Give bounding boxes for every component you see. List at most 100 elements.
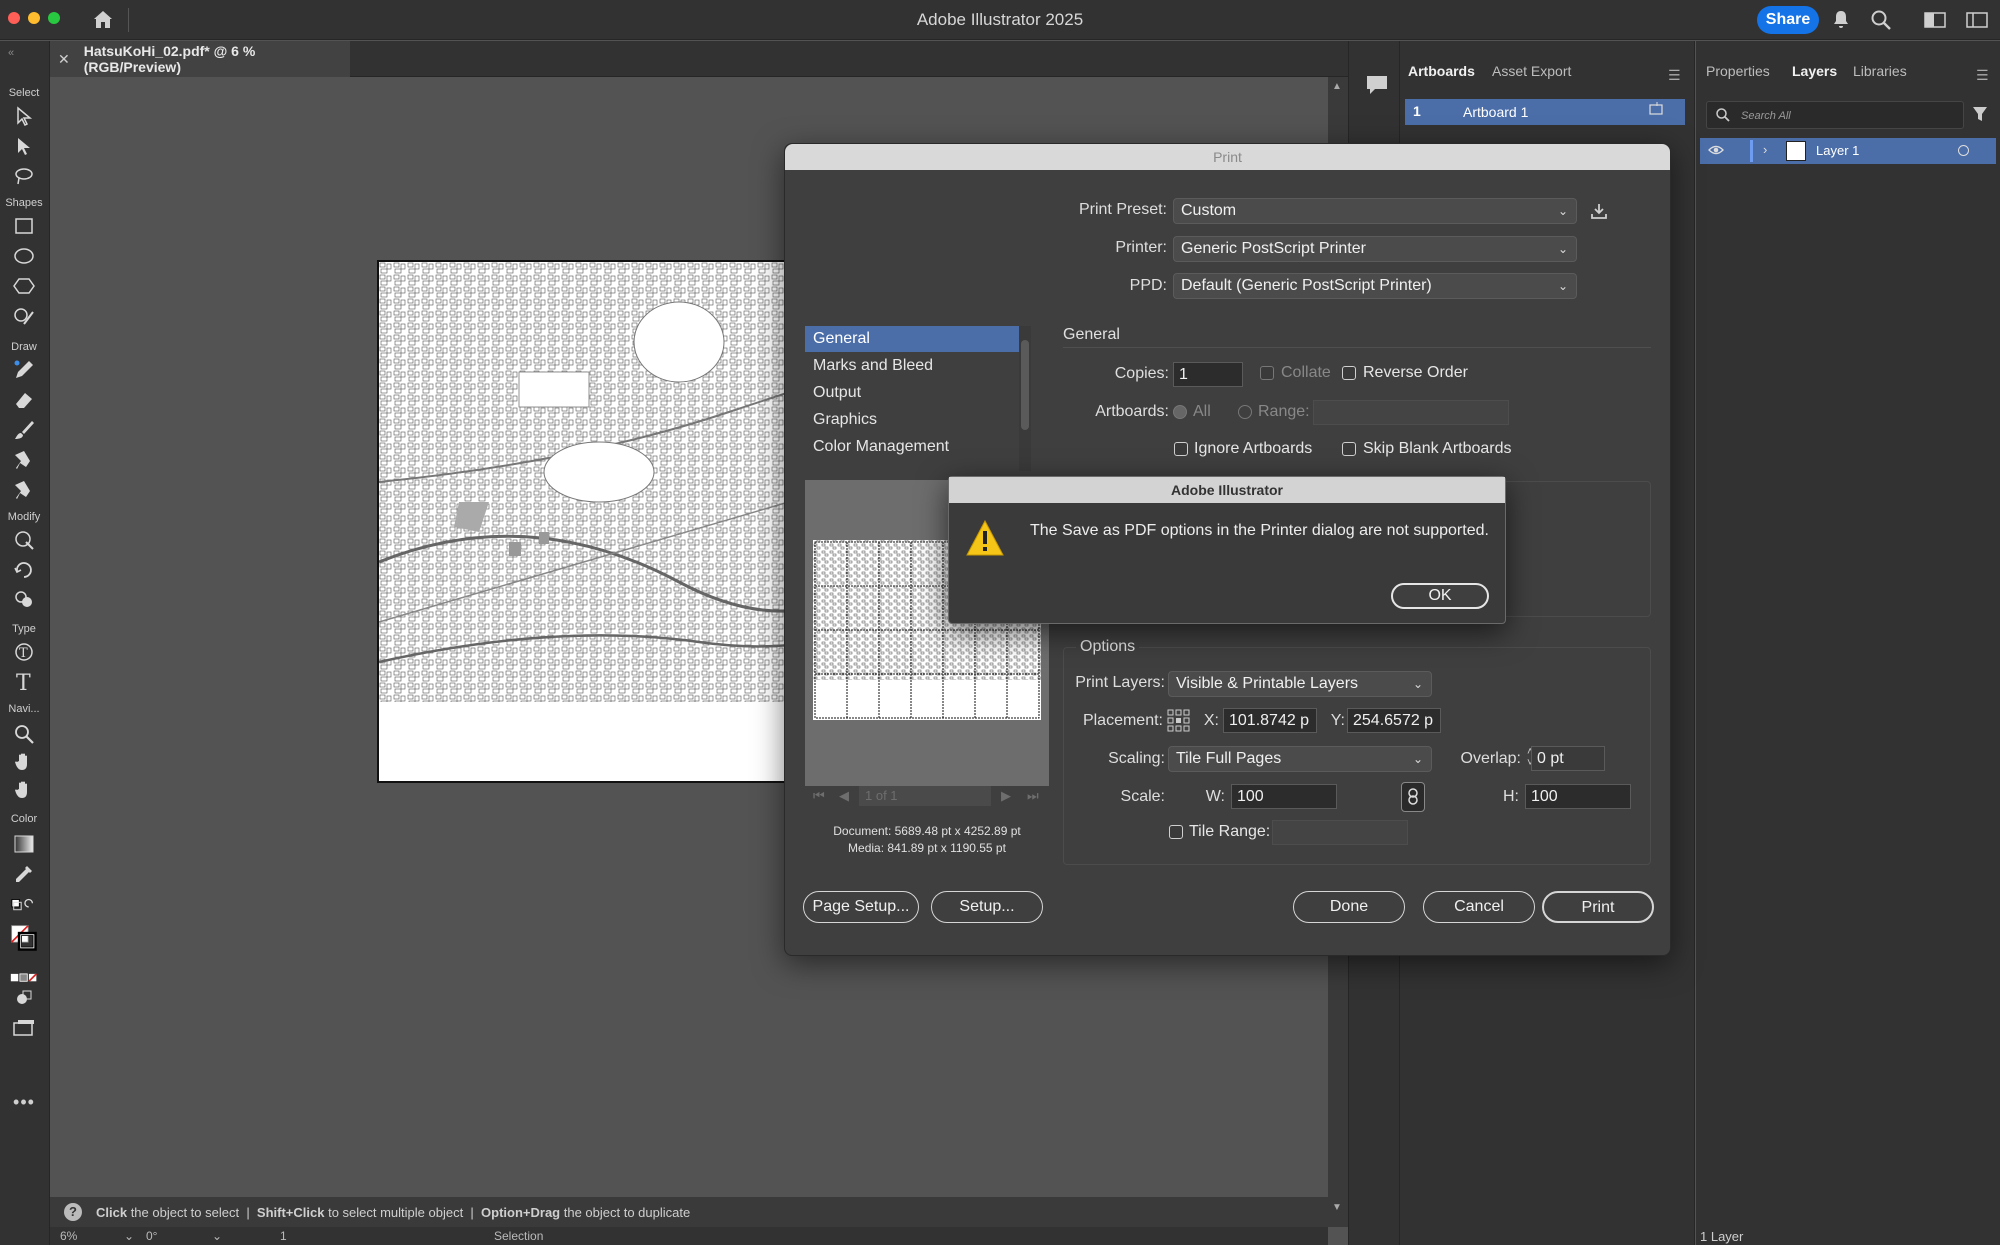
page-number-field[interactable]: 1 of 1 [859, 786, 991, 806]
setup-button[interactable]: Setup... [931, 891, 1043, 923]
ok-button[interactable]: OK [1391, 583, 1489, 609]
skip-blank-checkbox[interactable] [1342, 442, 1356, 456]
page-setup-button[interactable]: Page Setup... [803, 891, 919, 923]
comments-icon[interactable] [1365, 73, 1389, 102]
link-proportions-icon[interactable] [1401, 782, 1425, 812]
panel-menu-icon[interactable]: ☰ [1668, 67, 1681, 84]
panel-menu-icon[interactable]: ☰ [1976, 67, 1989, 84]
type-on-path-tool-icon[interactable]: T [10, 639, 38, 665]
printer-select[interactable]: Generic PostScript Printer ⌄ [1173, 236, 1577, 262]
artboards-range-radio[interactable] [1238, 405, 1252, 419]
ellipse-tool-icon[interactable] [10, 243, 38, 269]
nav-output[interactable]: Output [805, 380, 1031, 406]
scaling-select[interactable]: Tile Full Pages ⌄ [1168, 746, 1432, 772]
rotate-view-tool-icon[interactable] [10, 777, 38, 803]
ppd-select[interactable]: Default (Generic PostScript Printer) ⌄ [1173, 273, 1577, 299]
curvature-tool-icon[interactable] [10, 477, 38, 503]
tab-properties[interactable]: Properties [1706, 63, 1770, 79]
nav-general[interactable]: General [805, 326, 1031, 352]
selection-tool-icon[interactable] [10, 103, 38, 129]
shaper-tool-icon[interactable] [10, 303, 38, 329]
default-colors-icon[interactable] [10, 893, 38, 919]
reflect-tool-icon[interactable] [10, 557, 38, 583]
scaling-label: Scaling: [1108, 750, 1165, 767]
screen-mode-icon[interactable] [10, 1015, 38, 1041]
tab-asset-export[interactable]: Asset Export [1492, 63, 1571, 79]
tile-range-checkbox[interactable] [1169, 825, 1183, 839]
tab-layers[interactable]: Layers [1792, 63, 1837, 79]
fill-stroke-swatch-icon[interactable] [10, 925, 38, 951]
shape-builder-tool-icon[interactable] [10, 587, 38, 613]
tile-range-field[interactable] [1272, 820, 1408, 845]
help-icon[interactable]: ? [64, 1203, 82, 1221]
eye-icon[interactable] [1708, 143, 1724, 162]
first-page-icon[interactable]: ⏮ [813, 788, 825, 804]
range-field[interactable] [1313, 400, 1509, 425]
filter-icon[interactable] [1972, 105, 1988, 128]
tab-libraries[interactable]: Libraries [1853, 63, 1907, 79]
done-button[interactable]: Done [1293, 891, 1405, 923]
y-field[interactable]: 254.6572 p [1347, 708, 1441, 733]
pen-tool-icon[interactable] [10, 447, 38, 473]
overlap-field[interactable]: 0 pt [1531, 746, 1605, 771]
close-document-icon[interactable]: ✕ [58, 51, 70, 68]
more-tools-icon[interactable]: ••• [10, 1089, 38, 1115]
save-preset-icon[interactable] [1589, 202, 1609, 225]
height-field[interactable]: 100 [1525, 784, 1631, 809]
collapse-toolbar-icon[interactable]: « [8, 47, 14, 59]
zoom-tool-icon[interactable] [10, 721, 38, 747]
panel-toggle-icon[interactable] [1966, 12, 1988, 33]
artboard-number[interactable]: 1 [280, 1229, 287, 1243]
print-layers-select[interactable]: Visible & Printable Layers ⌄ [1168, 671, 1432, 697]
x-field[interactable]: 101.8742 p [1223, 708, 1317, 733]
layer-row[interactable]: › Layer 1 [1700, 138, 1996, 164]
lasso-tool-icon[interactable] [10, 163, 38, 189]
document-tab[interactable]: ✕ HatsuKoHi_02.pdf* @ 6 % (RGB/Preview) [50, 41, 350, 77]
nav-graphics[interactable]: Graphics [805, 407, 1031, 433]
collate-checkbox[interactable] [1260, 366, 1274, 380]
nav-scrollbar[interactable] [1019, 326, 1031, 471]
gradient-tool-icon[interactable] [10, 831, 38, 857]
eraser-tool-icon[interactable] [10, 387, 38, 413]
pencil-tool-icon[interactable] [10, 357, 38, 383]
paintbrush-tool-icon[interactable] [10, 417, 38, 443]
placement-grid-icon[interactable] [1167, 709, 1191, 738]
width-field[interactable]: 100 [1231, 784, 1337, 809]
artboards-all-radio[interactable] [1173, 405, 1187, 419]
prev-page-icon[interactable]: ◀ [839, 788, 849, 804]
draw-mode-icon[interactable] [10, 985, 38, 1011]
hand-tool-icon[interactable] [10, 749, 38, 775]
eyedropper-tool-icon[interactable] [10, 861, 38, 887]
last-page-icon[interactable]: ⏭ [1027, 788, 1039, 804]
artboard-options-icon[interactable] [1647, 101, 1665, 120]
rotation-value[interactable]: 0° [146, 1229, 157, 1243]
rectangle-tool-icon[interactable] [10, 213, 38, 239]
bottom-bar: 6% ⌄ 0° ⌄ 1 Selection [50, 1227, 1328, 1245]
cancel-button[interactable]: Cancel [1423, 891, 1535, 923]
target-icon[interactable] [1958, 145, 1969, 156]
layers-search-input[interactable]: Search All [1706, 101, 1964, 129]
copies-field[interactable]: 1 [1173, 362, 1243, 387]
print-button[interactable]: Print [1542, 891, 1654, 923]
bell-icon[interactable] [1832, 9, 1850, 34]
nav-marks-and-bleed[interactable]: Marks and Bleed [805, 353, 1031, 379]
artboard-row[interactable]: 1 Artboard 1 [1405, 99, 1685, 125]
ignore-artboards-checkbox[interactable] [1174, 442, 1188, 456]
polygon-tool-icon[interactable] [10, 273, 38, 299]
zoom-level[interactable]: 6% [60, 1229, 77, 1243]
tab-artboards[interactable]: Artboards [1408, 63, 1475, 79]
print-preset-select[interactable]: Custom ⌄ [1173, 198, 1577, 224]
chevron-down-icon[interactable]: ⌄ [124, 1229, 134, 1243]
expand-chevron-icon[interactable]: › [1763, 142, 1767, 157]
share-button[interactable]: Share [1757, 6, 1819, 34]
search-icon[interactable] [1870, 9, 1892, 36]
type-tool-icon[interactable]: T [10, 669, 38, 695]
chevron-down-icon[interactable]: ⌄ [212, 1229, 222, 1243]
nav-color-management[interactable]: Color Management [805, 434, 1031, 460]
rotate-tool-icon[interactable] [10, 527, 38, 553]
next-page-icon[interactable]: ▶ [1001, 788, 1011, 804]
workspace-switcher-icon[interactable] [1924, 12, 1946, 33]
copies-label: Copies: [1114, 365, 1169, 382]
reverse-order-checkbox[interactable] [1342, 366, 1356, 380]
direct-selection-tool-icon[interactable] [10, 133, 38, 159]
